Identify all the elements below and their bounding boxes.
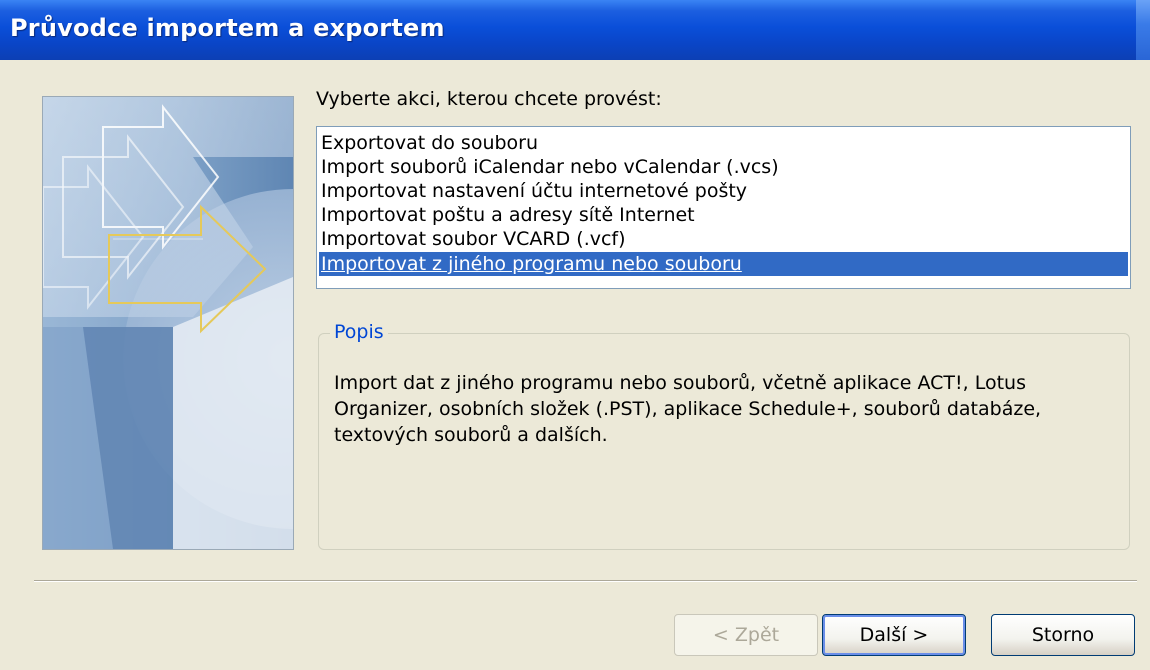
list-item-import-icalendar[interactable]: Import souborů iCalendar nebo vCalendar … (319, 155, 1128, 179)
action-prompt-text: Vyberte akci, kterou chcete provést: (316, 88, 662, 110)
list-item-import-vcard[interactable]: Importovat soubor VCARD (.vcf) (319, 227, 1128, 251)
list-item-import-mail-account-settings[interactable]: Importovat nastavení účtu internetové po… (319, 179, 1128, 203)
title-bar-edge (1136, 0, 1150, 60)
wizard-banner-graphic (42, 96, 294, 550)
action-listbox[interactable]: Exportovat do souboru Import souborů iCa… (316, 126, 1131, 289)
cancel-button-label: Storno (1031, 624, 1095, 646)
list-item-export-to-file[interactable]: Exportovat do souboru (319, 131, 1128, 155)
window-title: Průvodce importem a exportem (10, 14, 445, 42)
next-button-label: Další > (859, 624, 929, 646)
import-export-wizard-dialog: Průvodce importem a exportem Vyberte akc… (0, 0, 1150, 670)
description-text: Import dat z jiného programu nebo soubor… (334, 370, 1114, 448)
description-group-title: Popis (330, 321, 388, 343)
description-line: Import dat z jiného programu nebo soubor… (334, 372, 1026, 394)
back-button-label: < Zpět (712, 624, 780, 646)
action-prompt-label: Vyberte akci, kterou chcete provést: (316, 88, 662, 110)
list-item-import-from-other-program[interactable]: Importovat z jiného programu nebo soubor… (319, 252, 1128, 276)
next-button[interactable]: Další > (822, 614, 966, 656)
description-line: Organizer, osobních složek (.PST), aplik… (334, 398, 1042, 420)
footer-separator (34, 580, 1137, 582)
back-button[interactable]: < Zpět (674, 614, 818, 656)
cancel-button[interactable]: Storno (991, 614, 1135, 656)
title-bar[interactable]: Průvodce importem a exportem (0, 0, 1150, 60)
list-item-import-internet-mail-addresses[interactable]: Importovat poštu a adresy sítě Internet (319, 203, 1128, 227)
description-line: textových souborů a dalších. (334, 424, 608, 446)
